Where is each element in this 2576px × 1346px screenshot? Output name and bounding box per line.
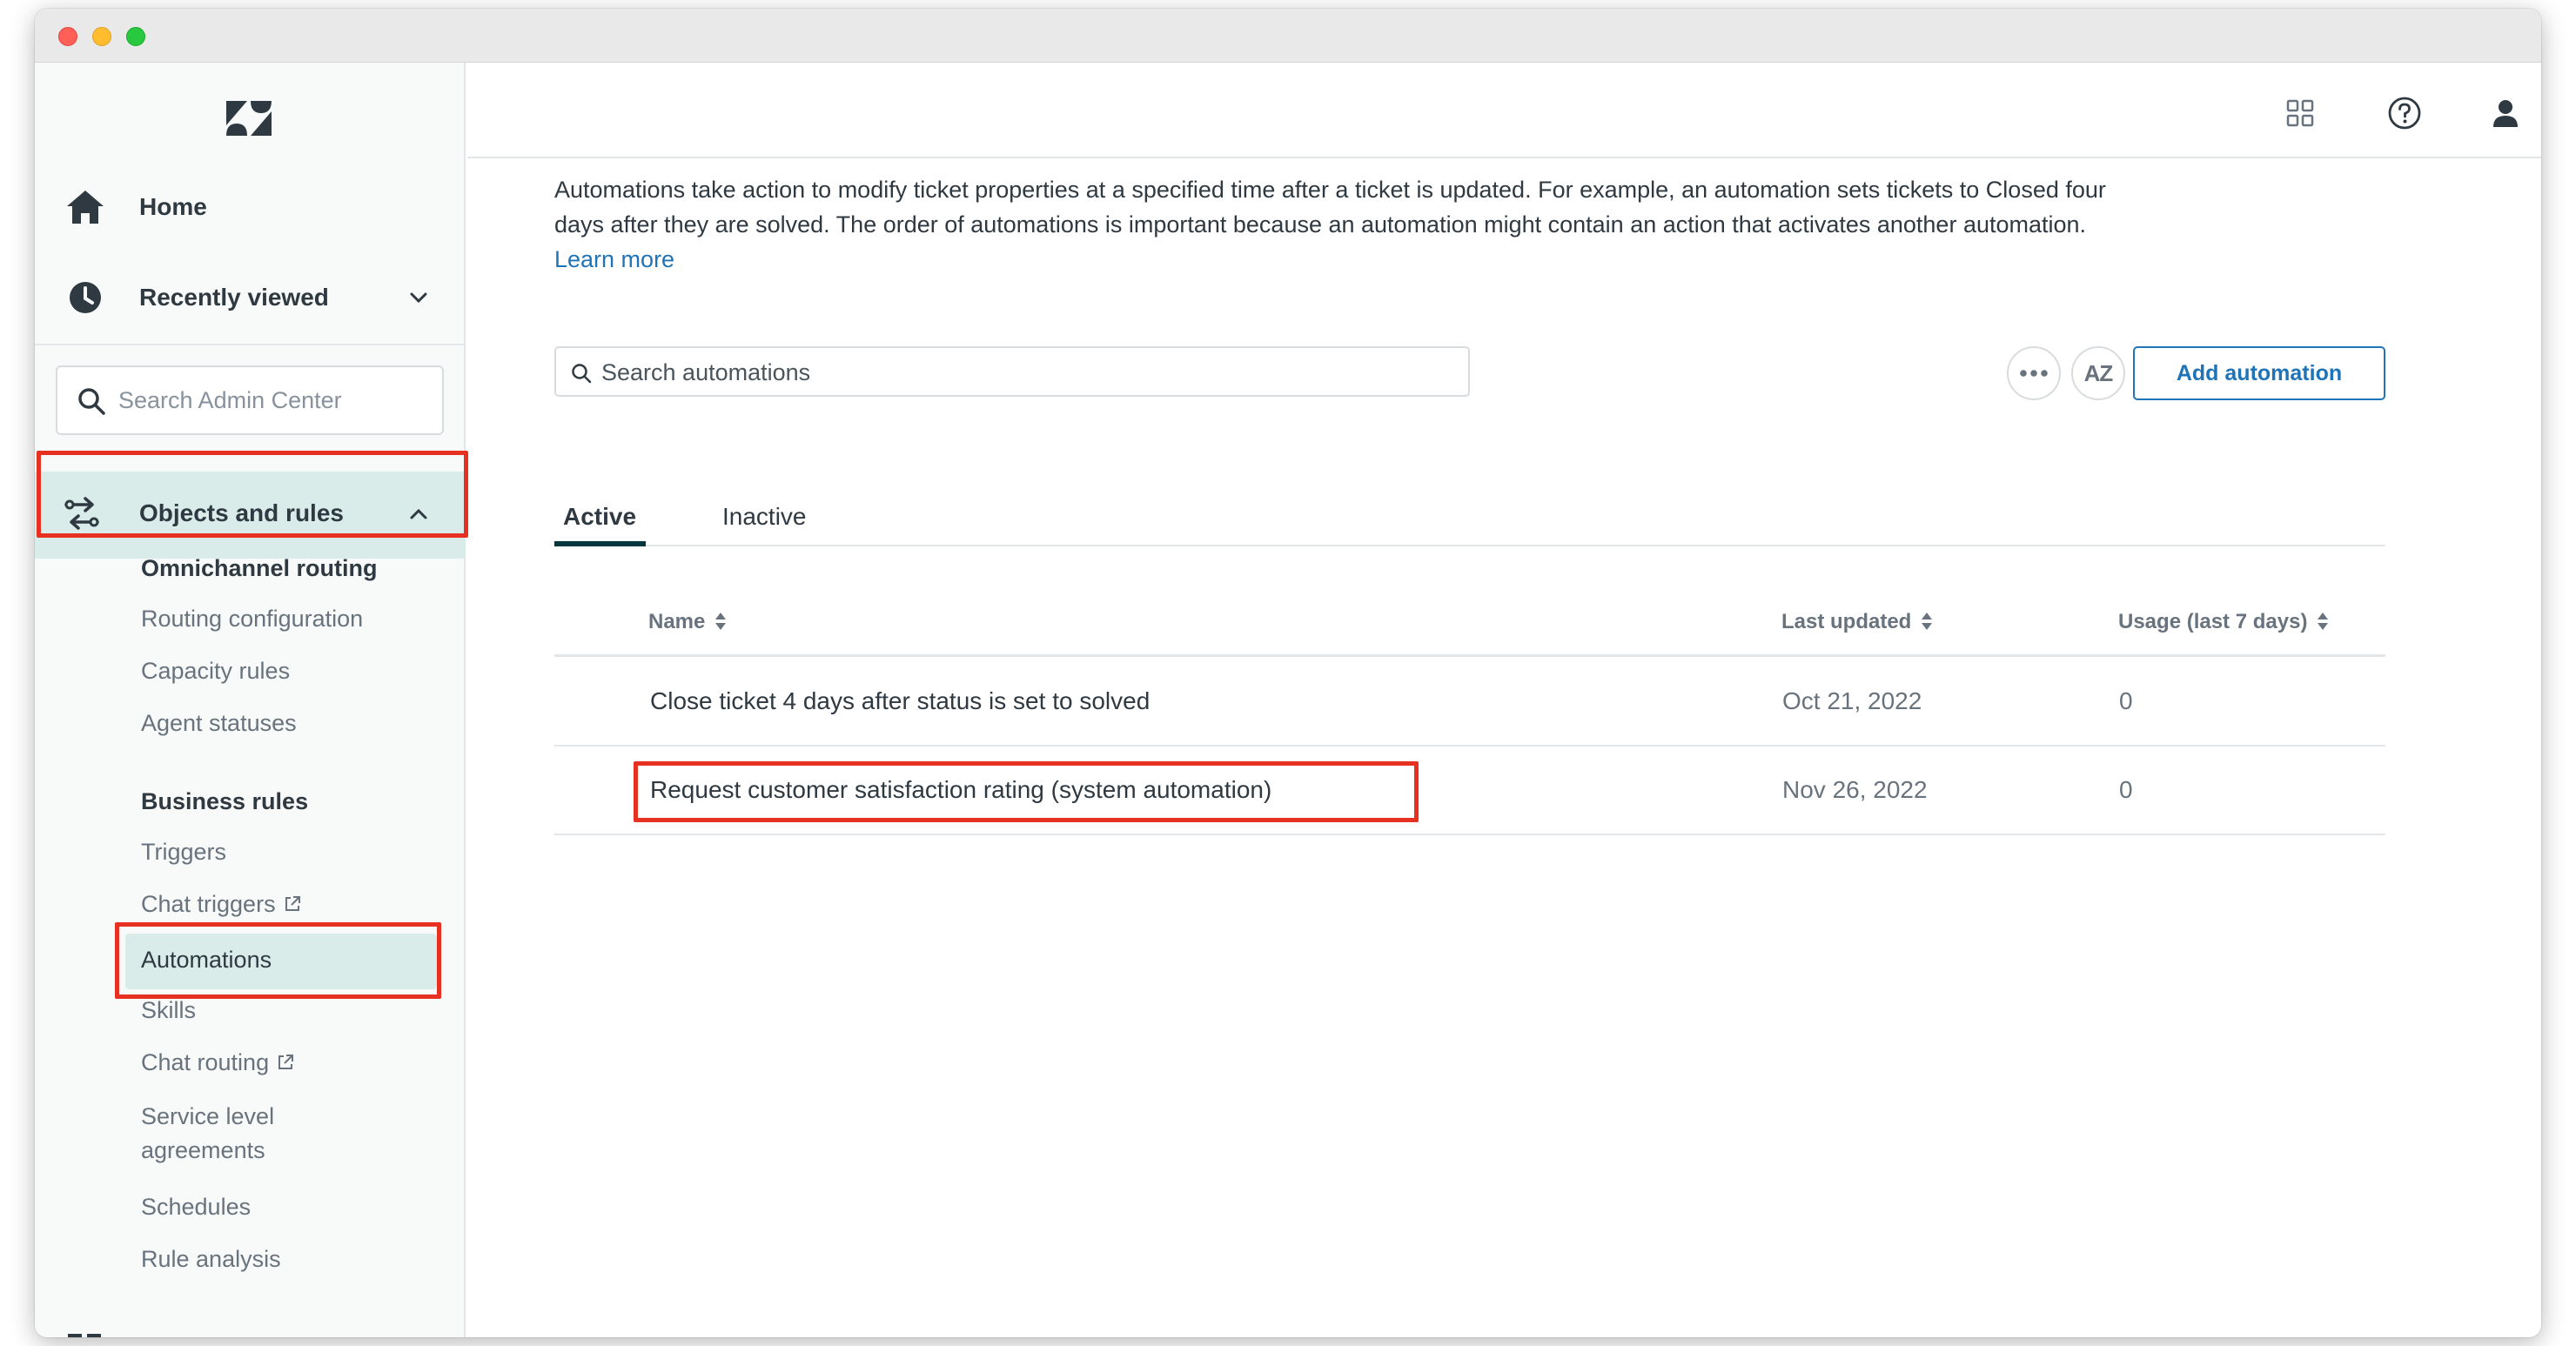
group-title-omnichannel-routing: Omnichannel routing bbox=[141, 555, 378, 581]
zendesk-logo[interactable] bbox=[225, 99, 273, 137]
search-icon bbox=[78, 388, 105, 415]
ellipsis-icon bbox=[2020, 370, 2048, 377]
highlight-automations bbox=[115, 922, 441, 999]
column-header-usage[interactable]: Usage (last 7 days) bbox=[2118, 610, 2330, 634]
zoom-window-button[interactable] bbox=[126, 27, 145, 46]
tab-inactive[interactable]: Inactive bbox=[722, 503, 807, 531]
sidebar-link-triggers[interactable]: Triggers bbox=[141, 839, 226, 866]
sidebar-link-agent-statuses[interactable]: Agent statuses bbox=[141, 710, 297, 737]
sort-arrows-icon bbox=[715, 613, 727, 630]
usage-value: 0 bbox=[2119, 776, 2133, 803]
highlight-satisfaction-rating-row bbox=[634, 761, 1419, 822]
title-bar bbox=[35, 9, 2541, 63]
column-header-label: Name bbox=[648, 610, 706, 633]
column-header-last-updated[interactable]: Last updated bbox=[1781, 610, 1934, 634]
sidebar-divider bbox=[35, 344, 466, 345]
sort-arrows-icon bbox=[2318, 613, 2329, 630]
automations-search-input[interactable] bbox=[601, 355, 1454, 390]
close-window-button[interactable] bbox=[58, 27, 77, 46]
automations-search-box[interactable] bbox=[554, 346, 1470, 397]
last-updated-value: Oct 21, 2022 bbox=[1782, 687, 1922, 714]
highlight-objects-and-rules bbox=[37, 451, 468, 538]
help-icon[interactable] bbox=[2387, 96, 2422, 131]
sidebar-item-home[interactable]: Home bbox=[35, 172, 466, 242]
chevron-down-icon[interactable] bbox=[406, 285, 432, 311]
sidebar-link-routing-configuration[interactable]: Routing configuration bbox=[141, 606, 363, 633]
user-profile-icon[interactable] bbox=[2488, 96, 2523, 131]
automation-name[interactable]: Close ticket 4 days after status is set … bbox=[650, 687, 1150, 715]
sidebar-link-label: Chat triggers bbox=[141, 891, 276, 917]
sidebar-link-label: Chat routing bbox=[141, 1049, 270, 1075]
sidebar-link-chat-triggers[interactable]: Chat triggers bbox=[141, 891, 302, 918]
sidebar-link-service-level-agreements[interactable]: Service level agreements bbox=[141, 1103, 274, 1164]
description-text: Automations take action to modify ticket… bbox=[554, 177, 2106, 238]
top-bar bbox=[467, 63, 2541, 158]
sidebar-link-skills[interactable]: Skills bbox=[141, 997, 196, 1024]
home-icon bbox=[64, 186, 106, 228]
column-header-label: Usage (last 7 days) bbox=[2118, 610, 2308, 633]
sidebar-item-label: Recently viewed bbox=[139, 284, 329, 311]
sidebar-link-label-line-2: agreements bbox=[141, 1137, 265, 1163]
sort-arrows-icon bbox=[1922, 613, 1933, 630]
sidebar-item-recently-viewed[interactable]: Recently viewed bbox=[35, 263, 466, 332]
external-link-icon bbox=[278, 1055, 294, 1069]
sidebar-link-rule-analysis[interactable]: Rule analysis bbox=[141, 1246, 281, 1273]
group-title-business-rules: Business rules bbox=[141, 788, 309, 814]
table-row[interactable]: Close ticket 4 days after status is set … bbox=[554, 660, 2385, 747]
products-grid-icon[interactable] bbox=[2283, 96, 2318, 131]
sort-az-icon: AZ bbox=[2083, 359, 2114, 386]
sidebar-item-label: Home bbox=[139, 193, 207, 220]
minimize-window-button[interactable] bbox=[92, 27, 111, 46]
last-updated-value: Nov 26, 2022 bbox=[1782, 776, 1928, 803]
grid-icon[interactable] bbox=[68, 1334, 103, 1337]
add-automation-button[interactable]: Add automation bbox=[2133, 346, 2385, 400]
external-link-icon bbox=[285, 896, 300, 911]
column-header-label: Last updated bbox=[1781, 610, 1912, 633]
sidebar: Home Recently viewed Search Admin Center… bbox=[35, 63, 466, 1337]
more-options-button[interactable] bbox=[2007, 346, 2061, 400]
admin-search-input[interactable] bbox=[118, 379, 432, 421]
active-tab-indicator bbox=[554, 541, 646, 546]
sidebar-link-label-line-1: Service level bbox=[141, 1103, 275, 1129]
status-tabs: Active Inactive bbox=[554, 492, 2385, 546]
sidebar-link-chat-routing[interactable]: Chat routing bbox=[141, 1049, 295, 1076]
sort-alphabetical-button[interactable]: AZ bbox=[2071, 346, 2125, 400]
search-icon bbox=[572, 364, 592, 384]
tab-active[interactable]: Active bbox=[563, 503, 636, 531]
usage-value: 0 bbox=[2119, 687, 2133, 714]
automations-description: Automations take action to modify ticket… bbox=[554, 172, 2121, 277]
clock-icon bbox=[64, 277, 106, 318]
admin-search-box[interactable] bbox=[56, 365, 444, 435]
column-header-name[interactable]: Name bbox=[648, 610, 728, 634]
sidebar-link-schedules[interactable]: Schedules bbox=[141, 1194, 251, 1221]
learn-more-link[interactable]: Learn more bbox=[554, 246, 674, 272]
table-header: Name Last updated Usage (last 7 days) bbox=[554, 594, 2385, 657]
sidebar-link-capacity-rules[interactable]: Capacity rules bbox=[141, 658, 290, 685]
